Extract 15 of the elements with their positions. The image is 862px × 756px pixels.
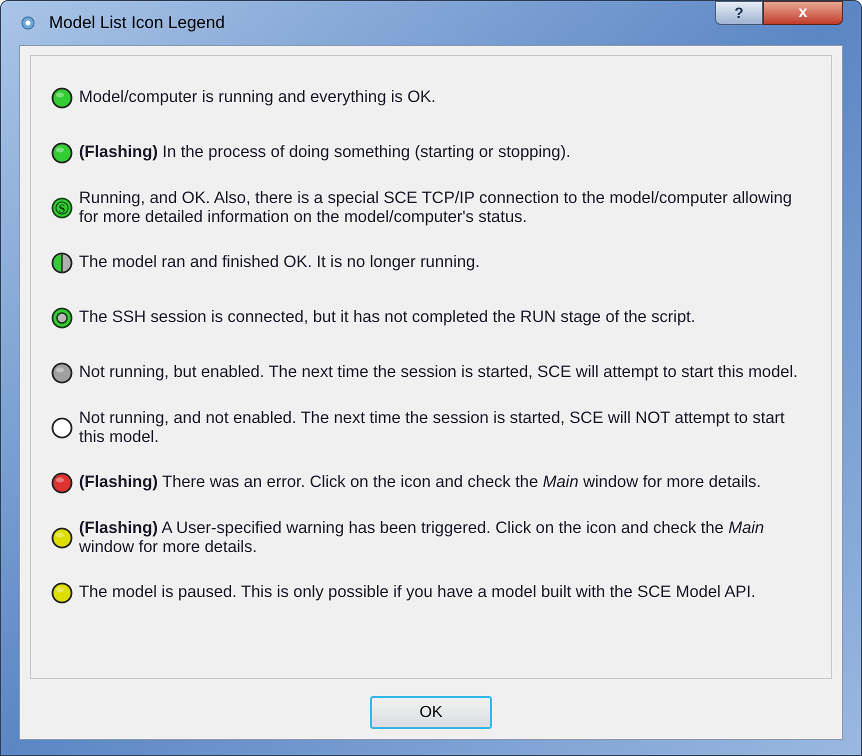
legend-text: The model is paused. This is only possible if you have a model built with the SCE Model API.	[79, 583, 756, 602]
legend-text: Running, and OK. Also, there is a special SCE TCP/IP connection to the model/computer allowing for more detailed information on the model/computer's status.	[79, 188, 793, 226]
status-letter-icon: S	[51, 196, 73, 218]
legend-text: (Flashing) There was an error. Click on the icon and check the Main window for more details.	[79, 473, 761, 492]
legend-text: Model/computer is running and everything is OK.	[79, 88, 436, 107]
window-title: Model List Icon Legend	[49, 12, 225, 34]
app-icon	[21, 16, 35, 30]
help-button[interactable]: ?	[715, 1, 763, 25]
legend-text: Not running, but enabled. The next time the session is started, SCE will attempt to start this model.	[79, 363, 798, 382]
legend-text: Not running, and not enabled. The next time the session is started, SCE will NOT attempt to start this model.	[79, 408, 786, 446]
legend-text: (Flashing) In the process of doing something (starting or stopping).	[79, 143, 571, 162]
legend-text: (Flashing) A User-specified warning has been triggered. Click on the icon and check the Main window for more details.	[79, 518, 766, 556]
ok-button[interactable]: OK	[370, 696, 492, 729]
legend-text: The SSH session is connected, but it has not completed the RUN stage of the script.	[79, 308, 696, 327]
legend-text: The model ran and finished OK. It is no longer running.	[79, 253, 480, 272]
